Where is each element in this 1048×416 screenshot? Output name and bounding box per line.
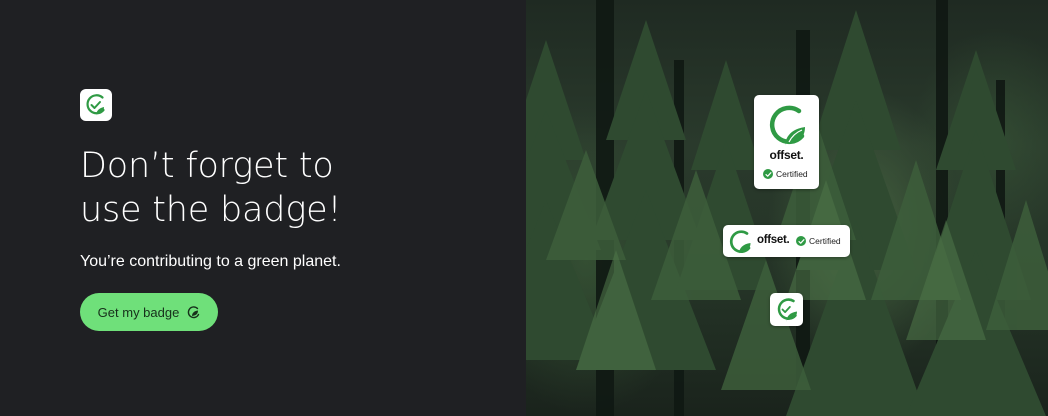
- get-my-badge-label: Get my badge: [97, 304, 180, 320]
- promo-banner: Don’t forget to use the badge! You’re co…: [0, 0, 1048, 416]
- offset-leaf-icon: [777, 298, 797, 322]
- headline-line-2: use the badge!: [80, 190, 342, 230]
- certified-label: Certified: [809, 236, 841, 246]
- get-my-badge-button[interactable]: Get my badge: [80, 293, 218, 331]
- offset-wordmark: offset.: [757, 234, 790, 246]
- offset-certified-badge-vertical[interactable]: offset. Certified: [754, 95, 819, 189]
- certified-label-group: Certified: [796, 235, 841, 247]
- offset-badge-small[interactable]: [770, 293, 803, 326]
- certified-label-group: Certified: [763, 168, 808, 180]
- certified-label: Certified: [776, 169, 808, 179]
- offset-app-icon: [80, 89, 112, 121]
- leaf-circle-icon: [187, 305, 200, 319]
- headline-line-1: Don’t forget to: [80, 146, 334, 186]
- offset-wordmark: offset.: [769, 148, 804, 162]
- pine-forest-illustration: [526, 0, 1048, 416]
- check-circle-icon: [796, 236, 806, 246]
- leaf-check-icon: [86, 94, 105, 116]
- offset-logo-icon: [729, 230, 751, 254]
- subtitle: You’re contributing to a green planet.: [80, 253, 341, 270]
- promo-panel: Don’t forget to use the badge! You’re co…: [0, 0, 526, 416]
- offset-logo-icon: [769, 105, 805, 147]
- offset-certified-badge-horizontal[interactable]: offset. Certified: [723, 225, 850, 257]
- forest-photo: offset. Certified offset. Certified: [526, 0, 1048, 416]
- check-circle-icon: [763, 169, 773, 179]
- headline: Don’t forget to use the badge!: [80, 144, 460, 232]
